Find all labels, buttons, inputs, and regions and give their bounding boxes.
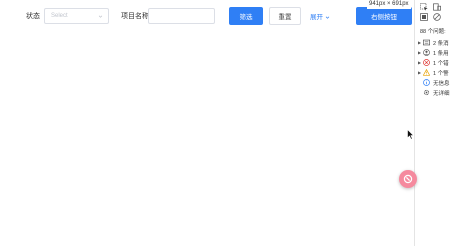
issues-count: 88 个问题:	[420, 29, 446, 35]
mouse-cursor-icon	[407, 129, 414, 140]
devtools-row-label: 1 个错	[433, 60, 449, 67]
device-toolbar-icon[interactable]	[433, 3, 441, 11]
devtools-row-label: 无详细	[433, 90, 450, 97]
devtools-row-label: 1 个警	[433, 70, 449, 77]
expand-link[interactable]: 展开	[310, 11, 330, 21]
filter-button-label: 筛选	[239, 14, 253, 21]
devtools-row-label: 1 条用	[433, 50, 449, 57]
reset-button-label: 重置	[278, 14, 292, 21]
floating-action-button[interactable]	[399, 170, 417, 188]
floating-button-icon	[403, 174, 413, 184]
devtools-row-user[interactable]: ▶ 1 条用	[418, 48, 449, 57]
user-icon	[423, 49, 430, 56]
status-select[interactable]: Select	[44, 8, 109, 24]
right-side-button-label: 右侧按钮	[371, 14, 397, 21]
inspect-element-icon[interactable]	[420, 3, 428, 11]
devtools-row-errors[interactable]: ▶ 1 个错	[418, 58, 449, 67]
project-name-input[interactable]	[148, 8, 215, 24]
panel-icon[interactable]	[420, 13, 428, 21]
right-side-button[interactable]: 右侧按钮	[356, 7, 412, 25]
verbose-icon	[423, 89, 430, 96]
devtools-row-info[interactable]: 无信息	[418, 78, 450, 87]
devtools-panel: 88 个问题: ▶ 2 条消 ▶ 1 条用 ▶ 1 个错 ▶ 1 个警 无信息	[414, 0, 450, 246]
chevron-down-icon	[325, 16, 330, 19]
project-name-label: 项目名称	[121, 13, 149, 20]
status-label: 状态	[26, 13, 40, 20]
block-icon[interactable]	[433, 13, 441, 21]
devtools-row-messages[interactable]: ▶ 2 条消	[418, 38, 449, 47]
status-select-placeholder: Select	[51, 13, 68, 19]
reset-button[interactable]: 重置	[269, 7, 301, 25]
devtools-row-label: 无信息	[433, 80, 450, 87]
devtools-row-label: 2 条消	[433, 40, 449, 47]
devtools-row-warnings[interactable]: ▶ 1 个警	[418, 68, 449, 77]
warning-icon	[423, 69, 430, 76]
message-icon	[423, 39, 430, 46]
expand-link-label: 展开	[310, 14, 323, 21]
filter-button[interactable]: 筛选	[229, 7, 263, 25]
chevron-down-icon	[98, 15, 103, 18]
devtools-row-verbose[interactable]: 无详细	[418, 88, 450, 97]
info-icon	[423, 79, 430, 86]
filter-bar: 状态 Select 项目名称 筛选 重置 展开 右侧按钮	[0, 0, 414, 32]
inspect-size-tooltip: 941px × 691px	[367, 0, 411, 9]
error-icon	[423, 59, 430, 66]
